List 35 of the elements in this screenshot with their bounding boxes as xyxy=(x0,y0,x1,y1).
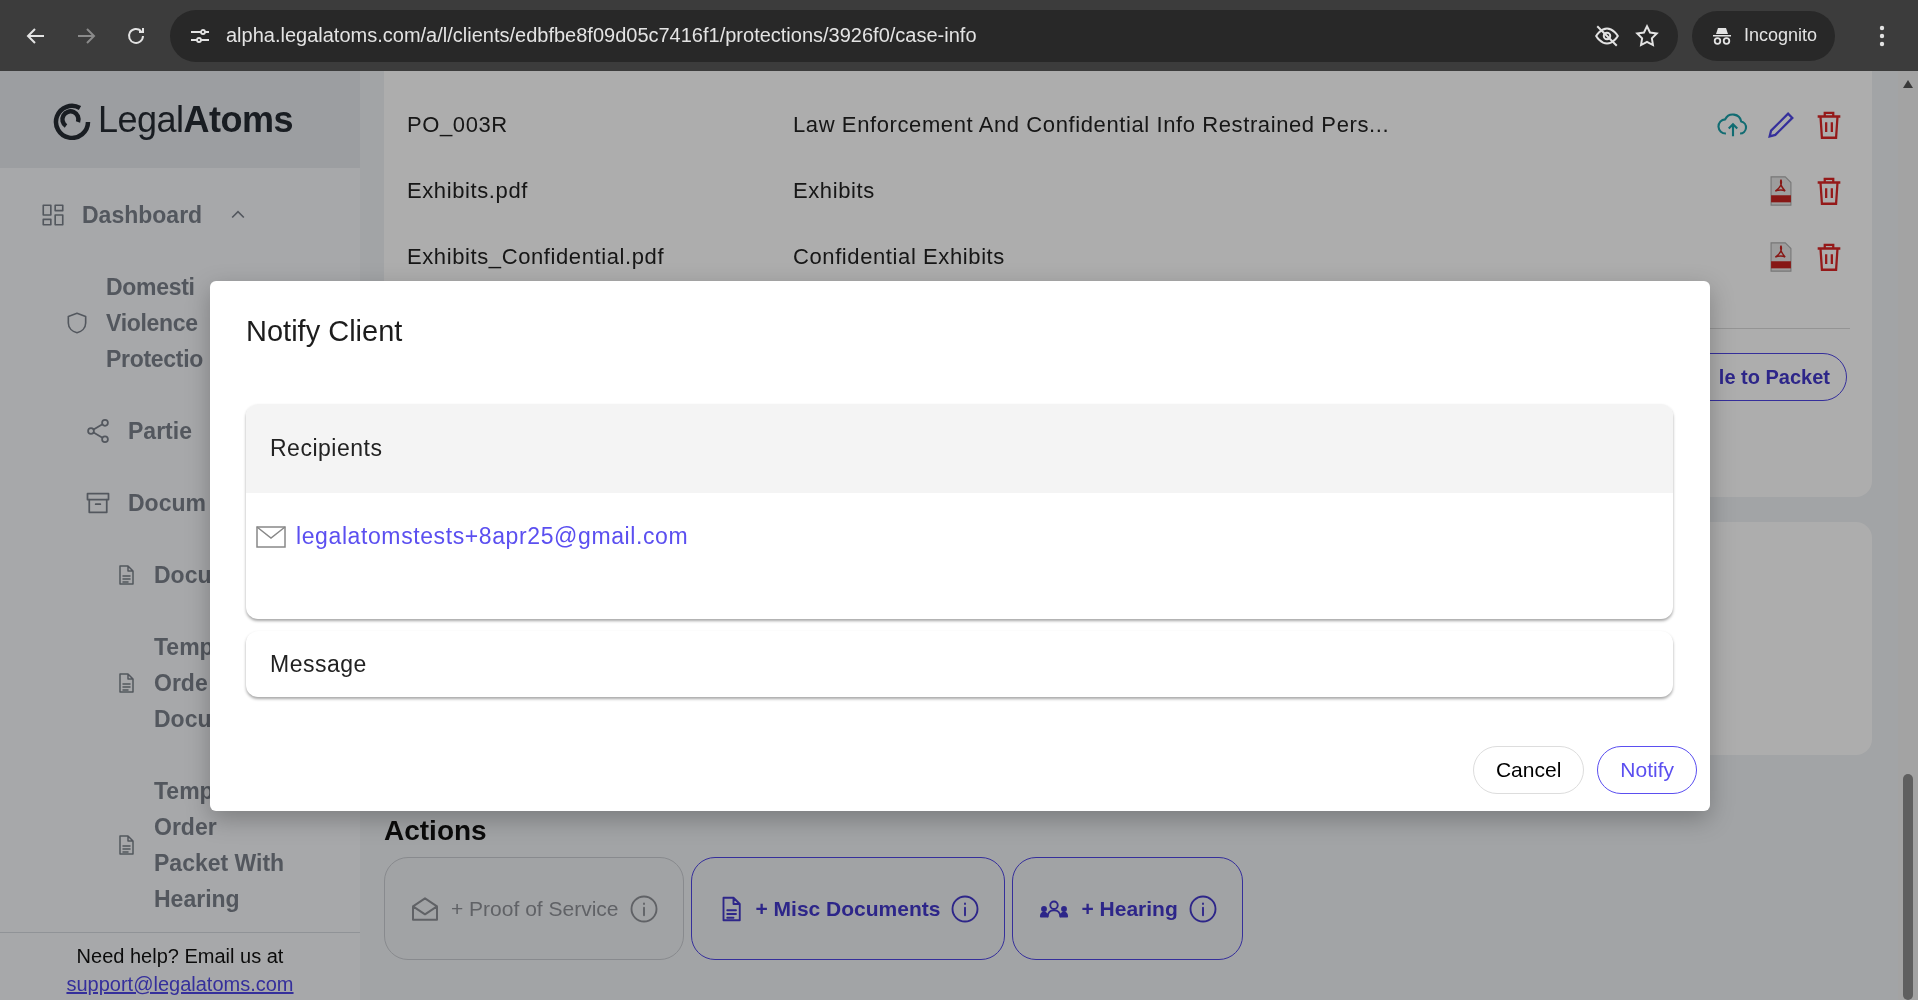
info-icon xyxy=(628,893,659,924)
scrollbar-thumb[interactable] xyxy=(1903,774,1913,1000)
document-title: Law Enforcement And Confidential Info Restrained Pers... xyxy=(793,112,1391,138)
envelope-icon xyxy=(256,525,286,548)
incognito-badge[interactable]: Incognito xyxy=(1692,10,1836,61)
file-name: PO_003R xyxy=(407,112,509,138)
message-panel[interactable]: Message xyxy=(246,631,1673,697)
panel-heading: Recipients xyxy=(270,435,383,462)
sidebar-item[interactable]: Partie xyxy=(128,413,192,449)
info-icon xyxy=(950,893,981,924)
sidebar-item[interactable]: Domesti Violence Protectio xyxy=(106,269,203,377)
notify-button[interactable]: Notify xyxy=(1597,746,1697,794)
section-heading: Actions xyxy=(384,815,488,847)
document-title: Exhibits xyxy=(793,178,876,204)
help-text: Need help? Email us at xyxy=(75,944,285,969)
cancel-button[interactable]: Cancel xyxy=(1472,746,1585,794)
file-name: Exhibits_Confidential.pdf xyxy=(407,244,666,270)
support-email-link[interactable]: support@legalatoms.com xyxy=(66,969,294,999)
grid-icon xyxy=(40,202,66,228)
recipient-email[interactable]: legalatomstests+8apr25@gmail.com xyxy=(296,523,689,550)
file-name: Exhibits.pdf xyxy=(407,178,529,204)
scroll-up-icon[interactable] xyxy=(1902,79,1914,89)
logo-text: LegalAtoms xyxy=(98,98,294,141)
info-icon xyxy=(1187,893,1218,924)
address-bar[interactable]: alpha.legalatoms.com/a/l/clients/edbfbe8f09d05c7416f1/protections/3926f0/case-info xyxy=(170,9,1678,62)
sidebar-item[interactable]: Docu xyxy=(154,557,212,593)
dialog-title: Notify Client xyxy=(246,316,404,346)
share-icon xyxy=(84,417,112,445)
action-button[interactable]: + Misc Documents xyxy=(690,857,1006,960)
sidebar-item[interactable]: Dashboard xyxy=(82,197,203,233)
document-title: Confidential Exhibits xyxy=(793,244,1006,270)
sidebar-item[interactable]: Docum xyxy=(128,485,206,521)
menu-icon[interactable] xyxy=(1879,24,1885,47)
action-button[interactable]: + Hearing xyxy=(1012,857,1243,960)
star-icon[interactable] xyxy=(1634,22,1660,49)
